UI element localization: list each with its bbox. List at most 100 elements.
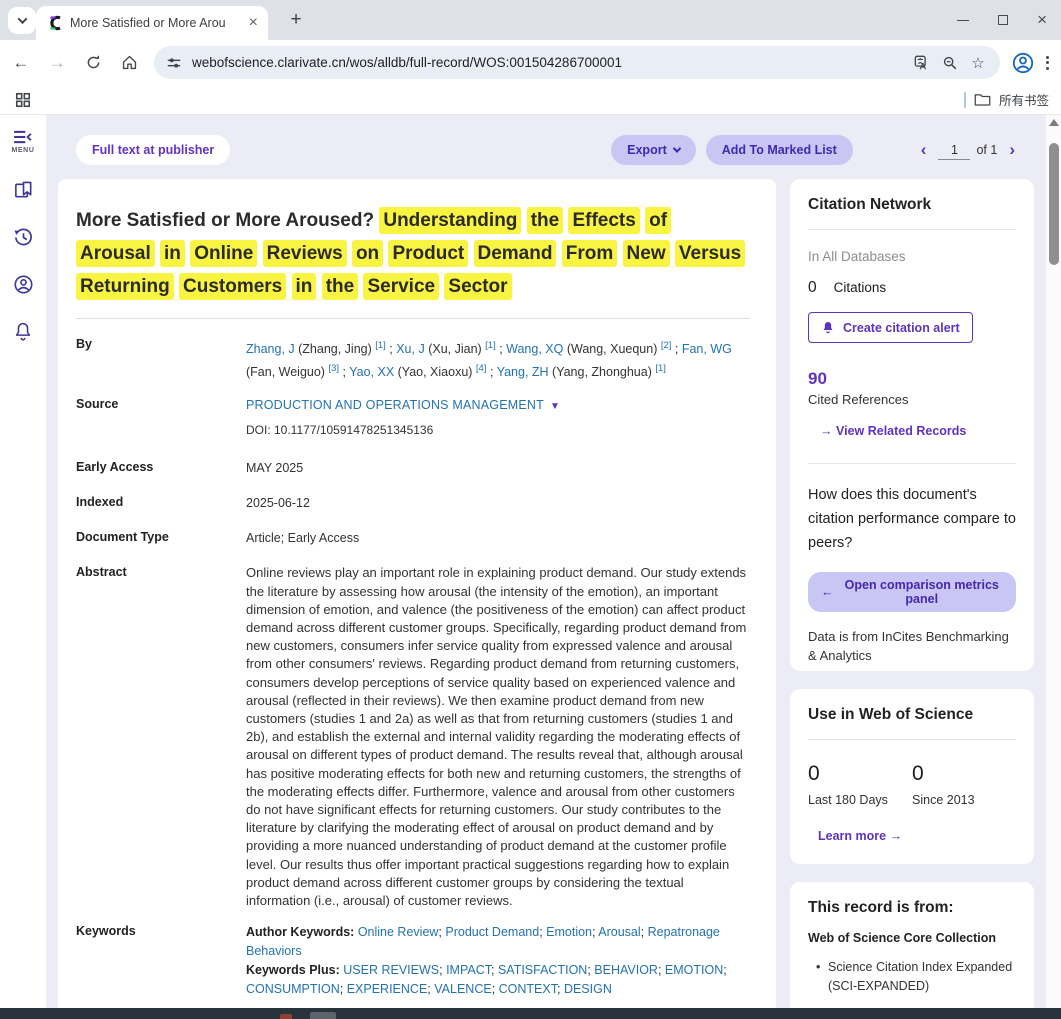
author-link[interactable]: Yao, XX — [349, 365, 394, 379]
scrollbar-thumb[interactable] — [1049, 143, 1059, 265]
profile-avatar-icon[interactable] — [1008, 48, 1038, 78]
menu-button[interactable]: MENU — [11, 130, 34, 154]
tab-strip: More Satisfied or More Arou × + × — [0, 0, 1061, 40]
learn-more-link[interactable]: Learn more → — [818, 829, 902, 843]
apps-grid-icon[interactable] — [8, 85, 38, 115]
field-row-by: By Zhang, J (Zhang, Jing) [1] ; Xu, J (X… — [76, 336, 750, 382]
minimize-icon[interactable] — [957, 20, 969, 21]
new-tab-button[interactable]: + — [284, 8, 308, 32]
affiliation-superscript-link[interactable]: [3] — [328, 363, 339, 374]
keyword-link[interactable]: EMOTION — [665, 963, 723, 977]
author-link[interactable]: Zhang, J — [246, 342, 295, 356]
page-number-input[interactable] — [938, 141, 970, 160]
affiliation-superscript-link[interactable]: [1] — [375, 340, 386, 351]
keyword-link[interactable]: DESIGN — [564, 982, 612, 996]
learn-more-label: Learn more — [818, 829, 886, 843]
alerts-bell-icon[interactable] — [11, 319, 35, 343]
cited-references-count[interactable]: 90 — [808, 369, 1016, 389]
affiliation-superscript-link[interactable]: [1] — [655, 363, 666, 374]
site-settings-icon[interactable] — [166, 55, 182, 71]
reload-icon[interactable] — [78, 48, 108, 78]
keyword-link[interactable]: SATISFACTION — [498, 963, 587, 977]
record-content: Full text at publisher Export Add To Mar… — [46, 115, 1045, 1008]
taskbar-active-app[interactable] — [310, 1012, 336, 1019]
page-scrollbar[interactable] — [1045, 115, 1061, 1008]
web-of-science-app: MENU Full text at publisher Export — [0, 115, 1061, 1008]
author-link[interactable]: Xu, J — [396, 342, 425, 356]
citation-scope-label: In All Databases — [808, 249, 1016, 264]
field-row-document-type: Document Type Article; Early Access — [76, 529, 750, 548]
right-column: Citation Network In All Databases 0 Cita… — [790, 179, 1034, 1008]
export-button[interactable]: Export — [611, 135, 696, 165]
create-citation-alert-button[interactable]: Create citation alert — [808, 312, 973, 343]
forward-icon[interactable]: → — [42, 48, 72, 78]
keyword-link[interactable]: VALENCE — [434, 982, 491, 996]
keyword-link[interactable]: EXPERIENCE — [347, 982, 428, 996]
keyword-link[interactable]: BEHAVIOR — [594, 963, 658, 977]
by-label: By — [76, 336, 246, 382]
kebab-menu-icon[interactable] — [1046, 56, 1049, 70]
document-type-value: Article; Early Access — [246, 529, 750, 548]
author-link[interactable]: Wang, XQ — [506, 342, 563, 356]
affiliation-superscript-link[interactable]: [1] — [485, 340, 496, 351]
page-count-label: of 1 — [976, 143, 997, 157]
open-comparison-panel-button[interactable]: ← Open comparison metrics panel — [808, 572, 1016, 612]
keyword-link[interactable]: Arousal — [598, 925, 640, 939]
abstract-text: Online reviews play an important role in… — [246, 564, 750, 910]
keyword-link[interactable]: CONSUMPTION — [246, 982, 340, 996]
url-text[interactable]: webofscience.clarivate.cn/wos/alldb/full… — [192, 55, 906, 70]
export-label: Export — [627, 143, 667, 157]
keywords-label: Keywords — [76, 923, 246, 999]
view-related-records-label: View Related Records — [836, 424, 966, 438]
affiliation-superscript-link[interactable]: [2] — [661, 340, 672, 351]
author-link[interactable]: Yang, ZH — [497, 365, 549, 379]
usage-label: Since 2013 — [912, 793, 1016, 807]
translate-icon[interactable] — [910, 51, 934, 75]
full-text-button[interactable]: Full text at publisher — [76, 135, 230, 165]
back-icon[interactable]: ← — [6, 48, 36, 78]
view-related-records-link[interactable]: → View Related Records — [820, 424, 966, 438]
usage-value: 0 — [912, 762, 1016, 786]
browser-window: More Satisfied or More Arou × + × ← → we… — [0, 0, 1061, 1019]
usage-label: Last 180 Days — [808, 793, 912, 807]
arrow-left-icon: ← — [821, 585, 834, 599]
maximize-icon[interactable] — [998, 15, 1008, 25]
zoom-icon[interactable] — [938, 51, 962, 75]
keyword-link[interactable]: Online Review — [358, 925, 439, 939]
keyword-link[interactable]: Emotion — [546, 925, 592, 939]
keyword-link[interactable]: IMPACT — [446, 963, 491, 977]
keyword-link[interactable]: USER REVIEWS — [343, 963, 439, 977]
previous-page-icon[interactable]: ‹ — [915, 140, 933, 160]
next-page-icon[interactable]: › — [1003, 140, 1021, 160]
journal-dropdown-icon[interactable]: ▼ — [550, 401, 560, 412]
title-plain-text: More Satisfied or More Aroused? — [76, 210, 374, 231]
scrollbar-up-icon[interactable] — [1049, 119, 1059, 126]
keyword-link[interactable]: Product Demand — [445, 925, 539, 939]
url-bar[interactable]: webofscience.clarivate.cn/wos/alldb/full… — [154, 46, 1000, 79]
menu-label: MENU — [11, 147, 34, 154]
all-bookmarks-button[interactable]: 所有书签 — [964, 90, 1061, 109]
home-icon[interactable] — [114, 48, 144, 78]
indexed-label: Indexed — [76, 494, 246, 513]
journal-title-link[interactable]: PRODUCTION AND OPERATIONS MANAGEMENT — [246, 398, 544, 412]
record-card: More Satisfied or More Aroused? Understa… — [58, 179, 776, 1008]
add-to-marked-list-button[interactable]: Add To Marked List — [706, 135, 853, 165]
researcher-profile-icon[interactable] — [11, 272, 35, 296]
left-rail: MENU — [0, 115, 46, 1008]
action-bar: Full text at publisher Export Add To Mar… — [46, 115, 1045, 179]
usage-value: 0 — [808, 762, 912, 786]
history-icon[interactable] — [11, 225, 35, 249]
cited-references-label: Cited References — [808, 392, 1016, 407]
field-row-early-access: Early Access MAY 2025 — [76, 459, 750, 478]
marked-list-icon[interactable] — [11, 178, 35, 202]
close-icon[interactable]: × — [1037, 13, 1047, 27]
tab-close-icon[interactable]: × — [249, 15, 258, 31]
affiliation-superscript-link[interactable]: [4] — [476, 363, 487, 374]
keyword-link[interactable]: CONTEXT — [499, 982, 557, 996]
taskbar-app-icon[interactable] — [280, 1014, 292, 1019]
author-link[interactable]: Fan, WG — [682, 342, 732, 356]
tab-search-button[interactable] — [8, 7, 36, 34]
browser-tab[interactable]: More Satisfied or More Arou × — [36, 6, 268, 40]
bookmark-star-icon[interactable]: ☆ — [966, 51, 990, 75]
window-controls: × — [957, 0, 1061, 40]
